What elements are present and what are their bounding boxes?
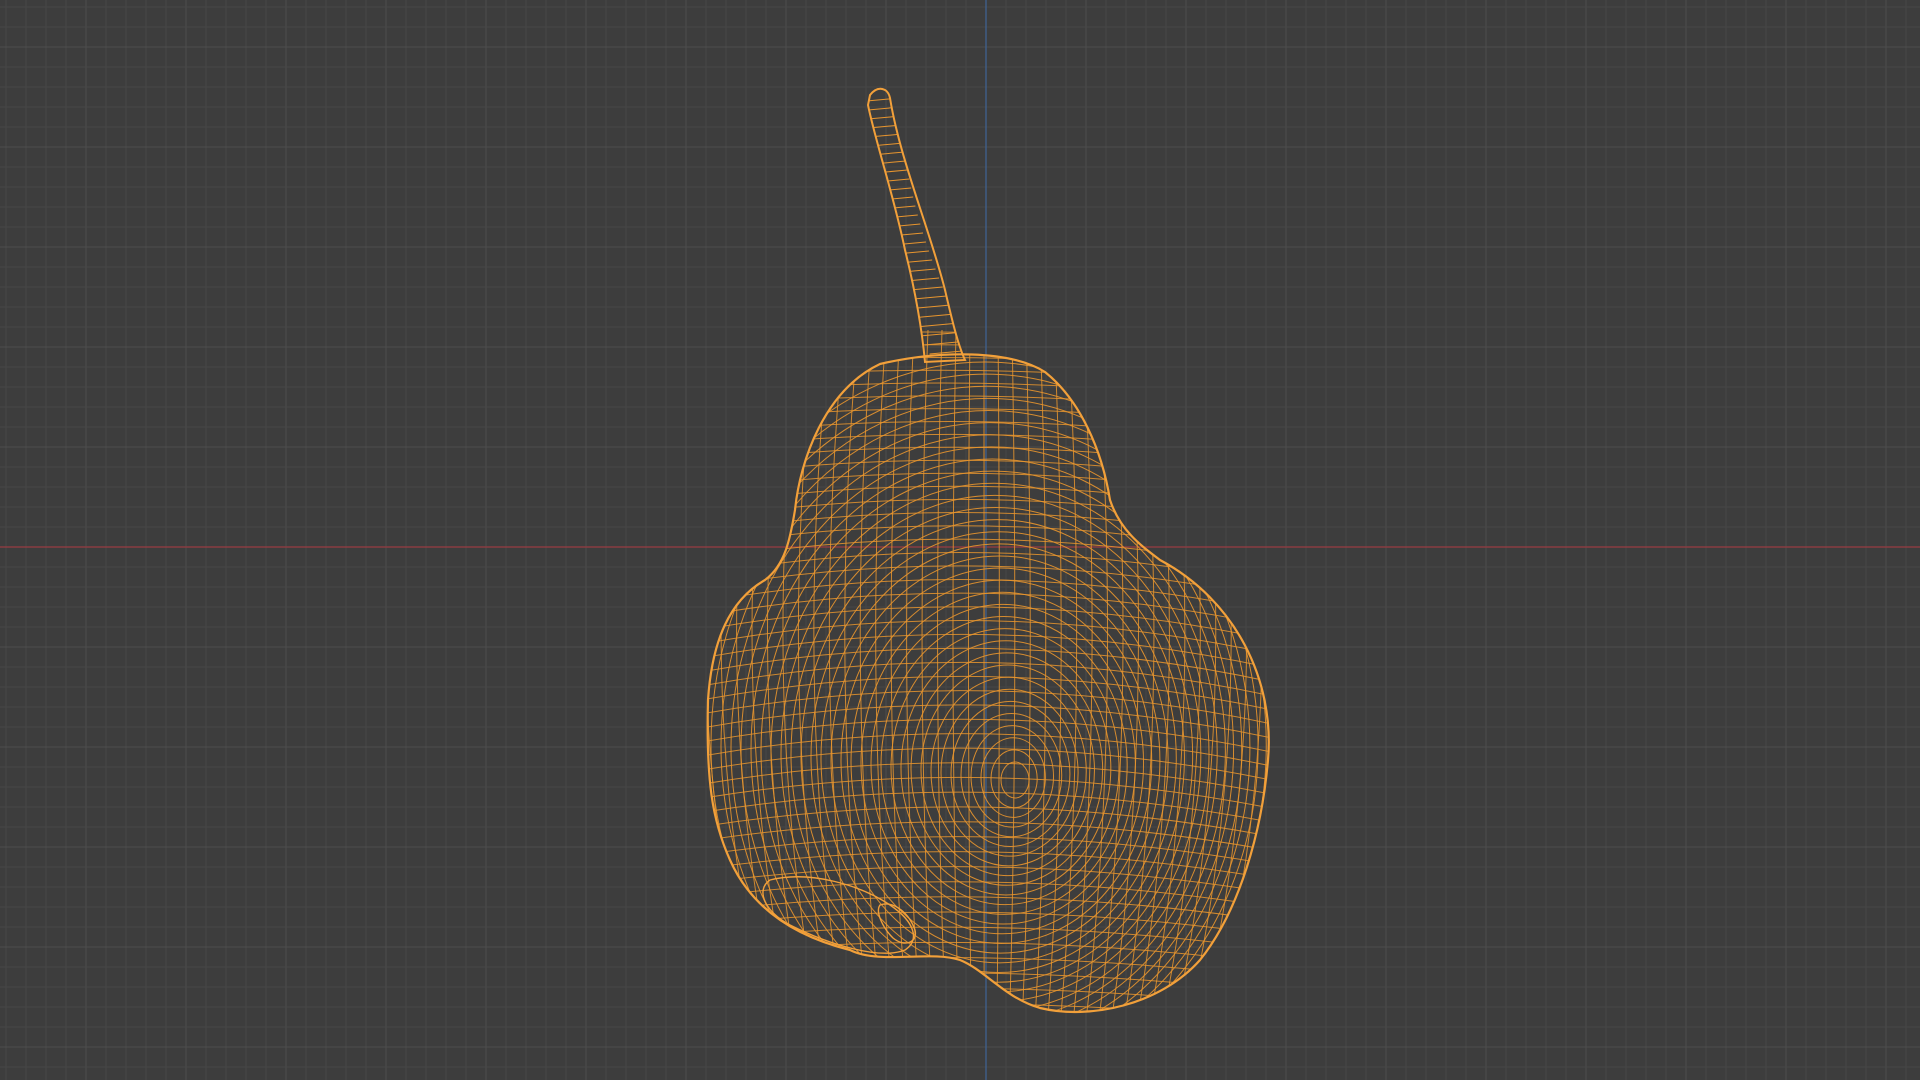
mesh-edge-column: [707, 329, 758, 1012]
viewport-canvas[interactable]: [0, 0, 1920, 1080]
mesh-edge-row: [707, 395, 1269, 421]
mesh-edge-row: [707, 1002, 1269, 1012]
mesh-edge-row: [707, 525, 1269, 561]
mesh-edge-row: [707, 552, 1269, 589]
mesh-edge-row: [707, 565, 1269, 603]
stem-edge-loop: [895, 277, 940, 283]
mesh-edge-row: [707, 433, 1269, 463]
3d-viewport[interactable]: [0, 0, 1920, 1080]
stem-edge-loop: [860, 151, 905, 157]
viewport-grid: [0, 0, 1920, 1080]
pear-stem-outline: [866, 87, 967, 364]
stem-edge-loop: [910, 313, 956, 319]
mesh-edge-column: [1235, 329, 1269, 1012]
stem-edge-loop: [898, 286, 943, 292]
mesh-edge-loop: [800, 519, 1194, 993]
mesh-edge-row: [707, 369, 1269, 393]
pear-mesh[interactable]: [659, 87, 1308, 1080]
mesh-edge-loop: [970, 725, 1055, 828]
mesh-edge-row: [707, 987, 1269, 1009]
mesh-edge-loop: [960, 713, 1063, 838]
stem-edge-loop: [902, 295, 947, 301]
mesh-edge-column: [1034, 329, 1047, 1012]
mesh-edge-column: [1223, 329, 1269, 1012]
mesh-edge-column: [967, 329, 972, 1012]
stem-edge-loop: [891, 268, 936, 274]
mesh-edge-column: [707, 329, 733, 1012]
stem-edge-loop: [858, 133, 903, 139]
mesh-edge-row: [707, 357, 1269, 379]
mesh-edge-column: [1109, 329, 1139, 1012]
mesh-edge-column: [1248, 329, 1269, 1012]
stem-edge-loop: [855, 97, 901, 103]
pear-wireframe: [707, 97, 1269, 1012]
mesh-edge-row: [707, 459, 1269, 491]
mesh-edge-column: [1210, 329, 1263, 1012]
stem-edge-loop: [873, 214, 918, 220]
mesh-edge-row: [707, 512, 1269, 547]
stem-edge-loop: [856, 106, 901, 112]
stem-edge-loop: [869, 196, 914, 202]
mesh-edge-loop: [920, 664, 1095, 877]
mesh-edge-row: [707, 926, 1269, 953]
mesh-edge-column: [1084, 329, 1109, 1012]
mesh-edge-column: [736, 329, 783, 1012]
